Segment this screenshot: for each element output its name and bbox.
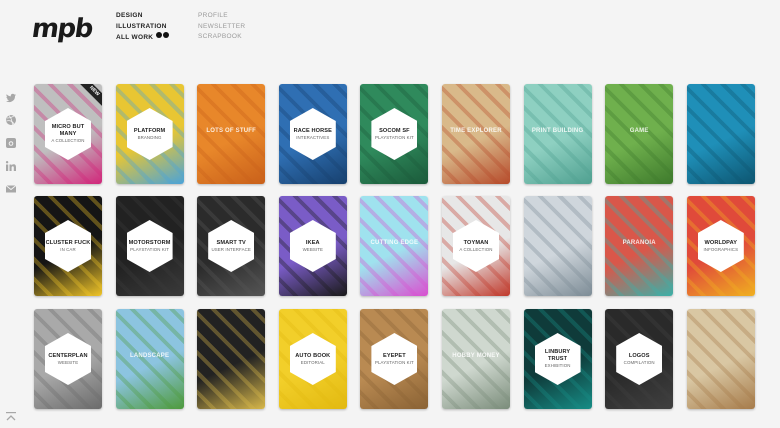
portfolio-tile[interactable]: LOTS OF STUFF <box>197 84 266 184</box>
scroll-to-top-icon[interactable] <box>5 410 17 422</box>
linkedin-icon[interactable] <box>5 160 17 172</box>
tile-title: TOYMAN <box>463 239 489 246</box>
tile-subtitle: EDITORIAL <box>300 360 325 365</box>
tile-artwork <box>605 196 674 296</box>
tile-subtitle: COMPILATION <box>623 360 655 365</box>
portfolio-tile[interactable]: SMART TV USER INTERFACE <box>197 196 266 296</box>
tile-subtitle: A COLLECTION <box>459 247 493 252</box>
portfolio-tile[interactable]: CLUSTER FUCK IN CAR <box>34 196 102 296</box>
tile-title: AUTO BOOK <box>295 352 331 359</box>
portfolio-tile[interactable]: LANDSCAPE <box>115 309 184 409</box>
tile-subtitle: PLAYSTATION KIT <box>374 135 414 140</box>
twitter-icon[interactable] <box>5 92 17 104</box>
portfolio-tile[interactable]: MOTORSTORM PLAYSTATION KIT <box>115 196 184 296</box>
portfolio-tile[interactable]: MICRO BUT MANY A COLLECTION NEW <box>34 84 102 184</box>
nav-illustration[interactable]: ILLUSTRATION <box>116 22 170 33</box>
dribbble-icon[interactable] <box>5 114 17 126</box>
tile-subtitle: BRANDING <box>137 135 162 140</box>
tile-title: IKEA <box>305 239 320 246</box>
primary-nav: DESIGN ILLUSTRATION ALL WORK <box>116 11 170 43</box>
portfolio-tile[interactable]: PLATFORM BRANDING <box>115 84 184 184</box>
portfolio-tile[interactable]: SOCOM SF PLAYSTATION KIT <box>360 84 429 184</box>
tile-artwork <box>442 309 510 409</box>
tile-artwork <box>605 84 674 184</box>
tile-title: EYEPET <box>383 352 406 359</box>
tile-subtitle: WEBSITE <box>302 247 324 252</box>
tile-title: GAME <box>629 128 649 134</box>
tile-title: HOBBY MONEY <box>452 353 500 359</box>
tile-title: MICRO BUT MANY <box>51 124 85 137</box>
portfolio-tile[interactable]: LOGOS COMPILATION <box>605 309 674 409</box>
tile-subtitle: INTERACTIVES <box>296 135 330 140</box>
tile-title: SOCOM SF <box>379 127 410 134</box>
tile-title: PRINT BUILDING <box>531 128 584 134</box>
portfolio-tile[interactable]: AUTO BOOK EDITORIAL <box>278 309 347 409</box>
portfolio-tile[interactable]: TOYMAN A COLLECTION <box>442 196 510 296</box>
tile-subtitle: IN CAR <box>60 247 76 252</box>
tile-title: LOTS OF STUFF <box>206 128 256 134</box>
email-icon[interactable] <box>5 183 17 195</box>
portfolio-tile[interactable]: CENTERPLAN WEBSITE <box>34 309 102 409</box>
tile-title: LANDSCAPE <box>130 353 170 359</box>
tile-artwork <box>523 196 592 296</box>
tile-title: PLATFORM <box>133 127 166 134</box>
portfolio-tile[interactable]: IKEA WEBSITE <box>278 196 347 296</box>
site-logo[interactable]: mpb <box>30 14 94 44</box>
secondary-nav: PROFILE NEWSLETTER SCRAPBOOK <box>198 11 245 43</box>
tile-title: MOTORSTORM <box>128 239 171 246</box>
tile-title: WORLDPAY <box>704 239 738 246</box>
tile-artwork <box>442 84 510 184</box>
nav-scrapbook[interactable]: SCRAPBOOK <box>198 32 245 43</box>
nav-all-work[interactable]: ALL WORK <box>116 32 170 43</box>
nav-all-work-label[interactable]: ALL WORK <box>116 34 153 41</box>
tile-artwork <box>686 84 755 184</box>
portfolio-tile[interactable]: EYEPET PLAYSTATION KIT <box>360 309 429 409</box>
tile-artwork <box>686 309 755 409</box>
portfolio-tile[interactable]: WORLDPAY INFOGRAPHICS <box>686 196 755 296</box>
portfolio-tile[interactable] <box>197 309 266 409</box>
portfolio-tile[interactable]: RACE HORSE INTERACTIVES <box>278 84 347 184</box>
portfolio-tile[interactable]: CUTTING EDGE <box>360 196 429 296</box>
portfolio-tile[interactable]: LINBURY TRUST EXHIBITION <box>523 309 592 409</box>
tile-subtitle: EXHIBITION <box>544 363 571 369</box>
portfolio-tile[interactable] <box>686 84 755 184</box>
instagram-icon[interactable] <box>5 137 17 149</box>
nav-profile[interactable]: PROFILE <box>198 11 245 22</box>
tile-title: CENTERPLAN <box>48 352 88 359</box>
active-indicator-icon <box>156 32 170 43</box>
tile-subtitle: INFOGRAPHICS <box>703 247 739 252</box>
tile-title: PARANOIA <box>622 240 656 246</box>
tile-subtitle: PLAYSTATION KIT <box>130 247 169 252</box>
tile-title: LOGOS <box>628 352 650 359</box>
tile-artwork <box>197 309 266 409</box>
tile-artwork <box>197 84 266 184</box>
nav-design[interactable]: DESIGN <box>116 11 170 22</box>
tile-artwork <box>360 196 429 296</box>
tile-subtitle: WEBSITE <box>57 360 79 365</box>
tile-title: RACE HORSE <box>293 127 332 134</box>
tile-title: CLUSTER FUCK <box>45 239 91 246</box>
nav-newsletter[interactable]: NEWSLETTER <box>198 22 245 33</box>
tile-subtitle: A COLLECTION <box>51 138 85 144</box>
tile-title: LINBURY TRUST <box>544 349 571 362</box>
tile-artwork <box>115 309 184 409</box>
portfolio-tile[interactable]: GAME <box>605 84 674 184</box>
portfolio-tile[interactable] <box>686 309 755 409</box>
portfolio-tile[interactable]: TIME EXPLORER <box>442 84 510 184</box>
tile-subtitle: PLAYSTATION KIT <box>374 360 414 365</box>
portfolio-tile[interactable] <box>523 196 592 296</box>
tile-title: CUTTING EDGE <box>370 240 419 246</box>
tile-title: TIME EXPLORER <box>450 128 502 134</box>
portfolio-tile[interactable]: HOBBY MONEY <box>442 309 510 409</box>
tile-artwork <box>523 84 592 184</box>
portfolio-tile[interactable]: PRINT BUILDING <box>523 84 592 184</box>
tile-title: SMART TV <box>216 239 246 246</box>
portfolio-tile[interactable]: PARANOIA <box>605 196 674 296</box>
tile-subtitle: USER INTERFACE <box>211 247 251 252</box>
